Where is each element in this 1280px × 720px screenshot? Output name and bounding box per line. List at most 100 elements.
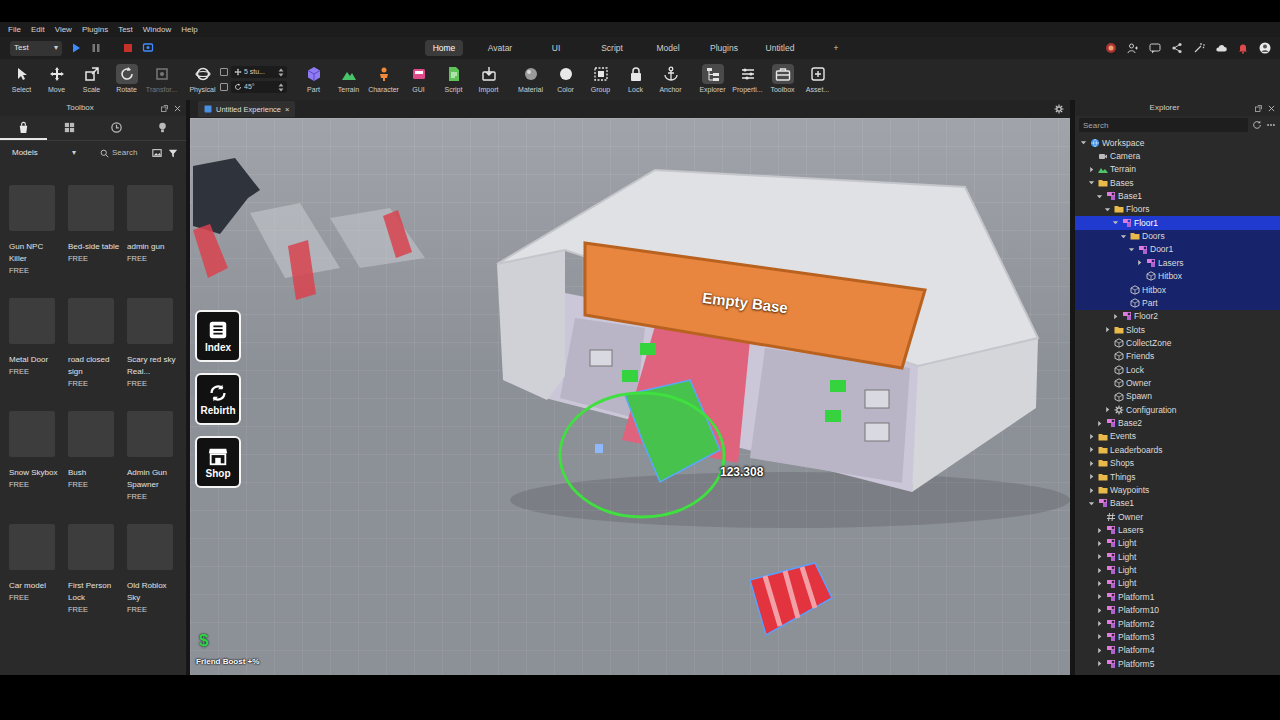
tree-row[interactable]: Platform5 [1075, 657, 1280, 670]
expand-toggle[interactable] [1095, 553, 1104, 560]
tool-button[interactable] [46, 64, 68, 84]
bell-icon[interactable] [1237, 42, 1249, 54]
ribbon-tab[interactable]: UI [528, 40, 584, 56]
ribbon-tool[interactable]: Lock [618, 64, 653, 94]
tree-row[interactable]: Waypoints [1075, 483, 1280, 496]
expand-toggle[interactable] [1095, 660, 1104, 667]
tree-row[interactable]: Base1 [1075, 189, 1280, 202]
tool-button[interactable] [555, 64, 577, 84]
tree-row-content[interactable]: Workspace [1075, 136, 1280, 149]
expand-toggle[interactable] [1095, 580, 1104, 587]
explorer-search-input[interactable] [1079, 118, 1248, 132]
ribbon-tab[interactable]: Model [640, 40, 696, 56]
ribbon-tab[interactable]: Plugins [696, 40, 752, 56]
tree-row[interactable]: Hitbox [1075, 283, 1280, 296]
ribbon-tab[interactable]: Home [416, 40, 472, 56]
tree-row[interactable]: Platform10 [1075, 604, 1280, 617]
tree-row-content[interactable]: Friends [1075, 350, 1280, 363]
tree-row[interactable]: Light [1075, 577, 1280, 590]
image-search-icon[interactable] [152, 148, 162, 158]
refresh-icon[interactable] [1252, 120, 1262, 130]
tree-row-content[interactable]: Spawn [1075, 390, 1280, 403]
tree-row[interactable]: Platform4 [1075, 644, 1280, 657]
chat-icon[interactable] [1149, 42, 1161, 54]
tree-row[interactable]: Bases [1075, 176, 1280, 189]
play-icon[interactable] [70, 42, 82, 54]
tree-row[interactable]: Leaderboards [1075, 443, 1280, 456]
tree-row-content[interactable]: Lasers [1075, 256, 1280, 269]
tree-row[interactable]: Workspace [1075, 136, 1280, 149]
item-thumbnail[interactable] [127, 524, 173, 570]
document-tab[interactable]: Untitled Experience× [198, 101, 295, 117]
tree-row-content[interactable]: Doors [1075, 230, 1280, 243]
tree-row[interactable]: Floor1 [1075, 216, 1280, 229]
tree-row[interactable]: Camera [1075, 149, 1280, 162]
snap-field[interactable]: 5 stu... [231, 66, 287, 78]
tree-row-content[interactable]: Floor1 [1075, 216, 1280, 229]
share-icon[interactable] [1171, 42, 1183, 54]
ribbon-tool[interactable]: Rotate [109, 64, 144, 94]
spinner-icon[interactable] [278, 83, 284, 92]
toolbox-item[interactable]: road closed signFREE [68, 298, 120, 405]
ribbon-tool[interactable]: Properti... [730, 64, 765, 94]
tool-button[interactable] [303, 64, 325, 84]
expand-toggle[interactable] [1095, 527, 1104, 534]
ribbon-tool[interactable]: Asset... [800, 64, 835, 94]
tree-row[interactable]: Light [1075, 564, 1280, 577]
expand-toggle[interactable] [1095, 607, 1104, 614]
ribbon-tool[interactable]: Script [436, 64, 471, 94]
ribbon-tool[interactable]: Scale [74, 64, 109, 94]
ribbon-tool[interactable]: GUI [401, 64, 436, 94]
tree-row[interactable]: Lasers [1075, 256, 1280, 269]
tree-row[interactable]: Owner [1075, 510, 1280, 523]
expand-toggle[interactable] [1079, 139, 1088, 146]
item-thumbnail[interactable] [68, 411, 114, 457]
tree-row[interactable]: Lasers [1075, 523, 1280, 536]
hud-button[interactable]: Rebirth [195, 373, 241, 425]
tree-row-content[interactable]: Part [1075, 296, 1280, 309]
tree-row[interactable]: Lock [1075, 363, 1280, 376]
item-thumbnail[interactable] [127, 411, 173, 457]
toolbox-item[interactable]: First Person LockFREE [68, 524, 120, 631]
ribbon-tab[interactable]: Script [584, 40, 640, 56]
tool-button[interactable] [116, 64, 138, 84]
item-thumbnail[interactable] [68, 185, 114, 231]
expand-toggle[interactable] [1087, 166, 1096, 173]
ribbon-tool[interactable]: Toolbox [765, 64, 800, 94]
expand-toggle[interactable] [1095, 420, 1104, 427]
ribbon-tool[interactable]: Material [513, 64, 548, 94]
toolbox-tab[interactable] [140, 116, 187, 140]
tool-button[interactable] [520, 64, 542, 84]
menu-item[interactable]: Edit [26, 25, 50, 35]
tree-row-content[interactable]: Platform5 [1075, 657, 1280, 670]
tool-button[interactable] [373, 64, 395, 84]
tree-row-content[interactable]: Owner [1075, 376, 1280, 389]
category-dropdown[interactable]: Models▾ [8, 146, 80, 160]
ribbon-tool[interactable]: Anchor [653, 64, 688, 94]
expand-toggle[interactable] [1095, 193, 1104, 200]
tree-row[interactable]: Shops [1075, 457, 1280, 470]
expand-toggle[interactable] [1095, 540, 1104, 547]
tool-button[interactable] [625, 64, 647, 84]
toolbox-item[interactable]: BushFREE [68, 411, 120, 518]
tree-row-content[interactable]: Platform2 [1075, 617, 1280, 630]
menu-item[interactable]: Window [138, 25, 176, 35]
toolbox-item[interactable]: Admin Gun SpawnerFREE [127, 411, 179, 518]
menu-item[interactable]: File [3, 25, 26, 35]
record-icon[interactable] [1105, 42, 1117, 54]
tree-row[interactable]: Platform3 [1075, 630, 1280, 643]
tool-button[interactable] [338, 64, 360, 84]
tree-row[interactable]: Things [1075, 470, 1280, 483]
ribbon-tool[interactable]: Color [548, 64, 583, 94]
expand-toggle[interactable] [1087, 446, 1096, 453]
snap-checkbox[interactable] [220, 83, 228, 91]
expand-toggle[interactable] [1095, 593, 1104, 600]
avatar-icon[interactable] [1259, 42, 1271, 54]
tree-row[interactable]: Part [1075, 296, 1280, 309]
tool-button[interactable] [737, 64, 759, 84]
tool-button[interactable] [660, 64, 682, 84]
tab-close[interactable]: × [285, 105, 289, 114]
tree-row[interactable]: Slots [1075, 323, 1280, 336]
menu-item[interactable]: View [50, 25, 77, 35]
close-icon[interactable] [1267, 104, 1276, 113]
